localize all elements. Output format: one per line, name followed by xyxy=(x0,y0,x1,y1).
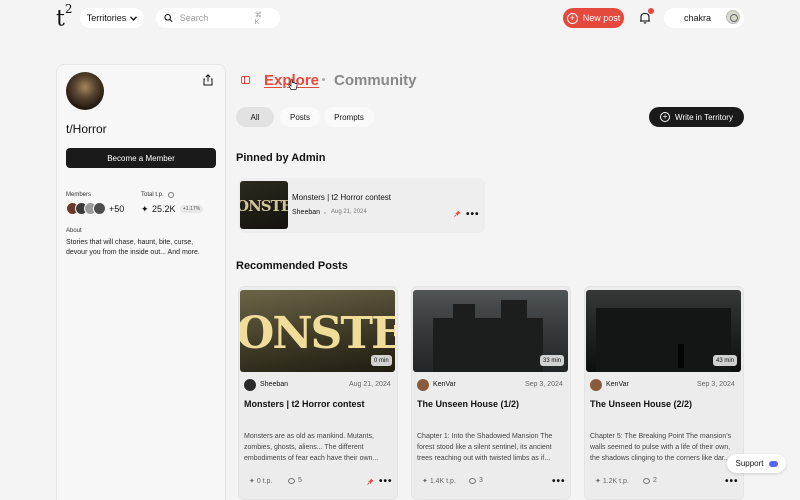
more-options-icon[interactable]: ••• xyxy=(379,477,393,487)
plus-icon: + xyxy=(660,112,671,122)
support-label: Support xyxy=(735,459,764,468)
notification-dot xyxy=(648,8,654,14)
post-author[interactable]: KenVar xyxy=(433,381,456,388)
post-excerpt: Chapter 5: The Breaking Point The mansio… xyxy=(590,433,732,462)
pinned-post-date: Aug 21, 2024 xyxy=(331,209,367,215)
post-title[interactable]: The Unseen House (1/2) xyxy=(417,399,519,409)
total-tp-change-badge: +1.17% xyxy=(180,205,204,213)
post-date: Sep 3, 2024 xyxy=(697,381,735,388)
post-title[interactable]: Monsters | t2 Horror contest xyxy=(244,399,365,409)
post-excerpt: Monsters are as old as mankind. Mutants,… xyxy=(244,433,379,462)
comment-icon xyxy=(288,477,295,484)
search-input[interactable] xyxy=(179,13,248,23)
new-post-button[interactable]: + New post xyxy=(563,8,624,28)
more-options-icon[interactable]: ••• xyxy=(552,477,566,487)
about-text: Stories that will chase, haunt, bite, cu… xyxy=(66,239,200,256)
search-shortcut: ⌘ K xyxy=(254,11,264,26)
pinned-post-title[interactable]: Monsters | t2 Horror contest xyxy=(292,193,391,202)
meta-separator xyxy=(324,212,326,214)
write-label: Write in Territory xyxy=(675,112,733,122)
post-date: Aug 21, 2024 xyxy=(349,381,391,388)
write-in-territory-button[interactable]: + Write in Territory xyxy=(649,107,744,127)
total-tp-label-row: Total t.p. xyxy=(141,192,174,198)
sparkle-icon: ✦ xyxy=(141,204,149,214)
filter-tab-posts[interactable]: Posts xyxy=(280,107,320,127)
user-name: chakra xyxy=(684,13,712,23)
recommended-heading: Recommended Posts xyxy=(236,260,348,272)
post-excerpt: Chapter 1: Into the Shadowed Mansion The… xyxy=(417,433,553,462)
read-time-badge: 33 min xyxy=(540,355,565,366)
search-bar[interactable]: ⌘ K xyxy=(156,8,280,28)
user-avatar[interactable] xyxy=(726,10,740,24)
territories-dropdown[interactable]: Territories xyxy=(80,8,144,28)
post-comments[interactable]: 5 xyxy=(288,477,302,484)
territory-name: t/Horror xyxy=(66,122,107,136)
author-avatar[interactable] xyxy=(244,379,256,391)
plus-icon: + xyxy=(566,12,578,24)
filter-tab-all[interactable]: All xyxy=(236,107,274,127)
post-comments[interactable]: 3 xyxy=(469,477,483,484)
member-avatars[interactable] xyxy=(66,202,106,215)
sidebar-toggle-icon[interactable] xyxy=(241,76,250,84)
post-image-text: ONSTEI xyxy=(240,308,395,359)
hand-cursor-icon xyxy=(288,79,298,90)
info-icon[interactable] xyxy=(167,192,174,198)
comment-icon xyxy=(643,477,650,484)
search-icon xyxy=(164,13,173,23)
new-post-label: New post xyxy=(582,13,621,23)
territory-avatar xyxy=(66,72,104,110)
pinned-post-author[interactable]: Sheeban xyxy=(292,209,320,216)
total-tp-value: 25.2K xyxy=(152,204,176,214)
about-label: About xyxy=(66,228,82,234)
heading-separator xyxy=(322,78,325,81)
author-avatar[interactable] xyxy=(417,379,429,391)
read-time-badge: 43 min xyxy=(713,355,738,366)
total-tp-label: Total t.p. xyxy=(141,192,164,198)
members-label: Members xyxy=(66,192,92,198)
member-avatar xyxy=(93,202,106,215)
members-extra-count: +50 xyxy=(109,204,125,214)
post-tp: ✦ 1.2K t.p. xyxy=(595,478,629,485)
post-date: Sep 3, 2024 xyxy=(525,381,563,388)
post-author[interactable]: Sheeban xyxy=(260,381,288,388)
territories-label: Territories xyxy=(86,13,127,23)
thumbnail-text: ONSTE xyxy=(240,197,288,215)
post-title[interactable]: The Unseen House (2/2) xyxy=(590,399,692,409)
post-tp: ✦ 1.4K t.p. xyxy=(422,478,456,485)
support-button[interactable]: Support xyxy=(727,454,786,473)
post-author[interactable]: KenVar xyxy=(606,381,629,388)
t2-logo[interactable]: t2 xyxy=(56,2,72,31)
pin-icon xyxy=(454,210,461,217)
discord-icon xyxy=(768,460,778,467)
filter-tab-prompts[interactable]: Prompts xyxy=(324,107,374,127)
chevron-down-icon xyxy=(130,15,138,21)
pin-icon xyxy=(367,478,374,485)
pinned-heading: Pinned by Admin xyxy=(236,152,326,164)
more-options-icon[interactable]: ••• xyxy=(466,210,480,220)
tab-community[interactable]: Community xyxy=(334,72,417,89)
pinned-post-thumbnail: ONSTE xyxy=(240,181,288,229)
share-icon[interactable] xyxy=(202,74,214,86)
post-tp: ✦ 0 t.p. xyxy=(249,478,273,485)
more-options-icon[interactable]: ••• xyxy=(725,477,739,487)
comment-icon xyxy=(469,477,476,484)
author-avatar[interactable] xyxy=(590,379,602,391)
read-time-badge: 0 min xyxy=(371,355,392,366)
become-member-button[interactable]: Become a Member xyxy=(66,148,216,168)
post-comments[interactable]: 2 xyxy=(643,477,657,484)
